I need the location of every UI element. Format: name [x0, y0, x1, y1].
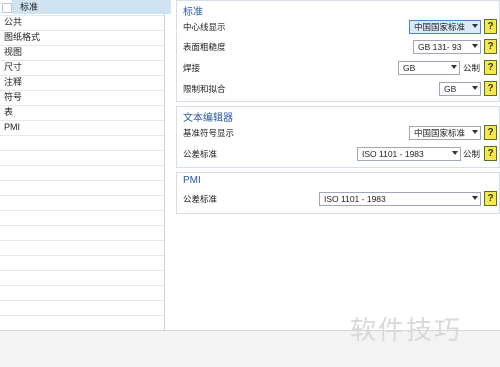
- chevron-down-icon: [472, 130, 478, 134]
- centerline-display-label: 中心线显示: [183, 22, 226, 32]
- options-tree: 标准 公共 图纸格式 视图 尺寸 注释 符号 表 PMI: [0, 0, 171, 331]
- tolerance-standard-select[interactable]: ISO 1101 - 1983: [357, 147, 461, 161]
- pmi-tolerance-standard-value: ISO 1101 - 1983: [324, 194, 386, 204]
- tree-row: 公共: [0, 15, 164, 31]
- help-icon[interactable]: ?: [484, 39, 497, 54]
- standard-section-title: 标准: [183, 7, 203, 18]
- tree-row-empty: [0, 270, 164, 286]
- help-icon[interactable]: ?: [484, 146, 497, 161]
- tree-row-empty: [0, 165, 164, 181]
- tree-row: 尺寸: [0, 60, 164, 76]
- chevron-down-icon: [472, 44, 478, 48]
- chevron-down-icon: [451, 65, 457, 69]
- tree-row-empty: [0, 180, 164, 196]
- chevron-down-icon: [452, 151, 458, 155]
- tree-row-empty: [0, 300, 164, 316]
- tolerance-standard-label: 公差标准: [183, 149, 218, 159]
- pmi-section-title: PMI: [183, 175, 201, 186]
- tree-row-empty: [0, 225, 164, 241]
- surface-roughness-value: GB 131- 93: [418, 42, 462, 52]
- tree-row-empty: [0, 255, 164, 271]
- tree-row-empty: [0, 135, 164, 151]
- surface-roughness-select[interactable]: GB 131- 93: [413, 40, 481, 54]
- tree-item-view[interactable]: 视图: [0, 45, 22, 59]
- welding-unit: 公制: [463, 63, 481, 73]
- pmi-section: PMI 公差标准 ISO 1101 - 1983 ?: [176, 172, 500, 214]
- tree-item-annotation[interactable]: 注释: [0, 75, 22, 89]
- tolerance-standard-value: ISO 1101 - 1983: [362, 149, 424, 159]
- pmi-tolerance-standard-label: 公差标准: [183, 194, 218, 204]
- help-icon[interactable]: ?: [484, 191, 497, 206]
- tree-row-empty: [0, 150, 164, 166]
- help-icon[interactable]: ?: [484, 60, 497, 75]
- tree-row: 视图: [0, 45, 164, 61]
- limits-fits-value: GB: [444, 84, 457, 94]
- datum-symbol-display-label: 基准符号显示: [183, 128, 235, 138]
- chevron-down-icon: [472, 24, 478, 28]
- welding-label: 焊接: [183, 63, 201, 73]
- datum-symbol-display-select[interactable]: 中国国家标准: [409, 126, 481, 140]
- tree-row: PMI: [0, 120, 164, 136]
- centerline-display-value: 中国国家标准: [414, 22, 466, 32]
- help-icon[interactable]: ?: [484, 19, 497, 34]
- tree-item-drawing-format[interactable]: 图纸格式: [0, 30, 40, 44]
- tree-row-empty: [0, 210, 164, 226]
- welding-value: GB: [403, 63, 416, 73]
- surface-roughness-label: 表面粗糙度: [183, 42, 226, 52]
- standard-section: 标准 中心线显示 中国国家标准 ? 表面粗糙度 GB 131- 93 ? 焊接 …: [176, 0, 500, 102]
- help-icon[interactable]: ?: [484, 125, 497, 140]
- tolerance-unit: 公制: [463, 149, 481, 159]
- tree-item-standard[interactable]: 标准: [12, 0, 171, 14]
- chevron-down-icon: [472, 86, 478, 90]
- watermark: 软件技巧: [350, 315, 463, 345]
- tree-row-empty: [0, 315, 164, 331]
- tree-item-table[interactable]: 表: [0, 105, 13, 119]
- tree-item-pmi[interactable]: PMI: [0, 120, 20, 134]
- limits-fits-select[interactable]: GB: [439, 82, 481, 96]
- tree-row: 表: [0, 105, 164, 121]
- tree-item-dimension[interactable]: 尺寸: [0, 60, 22, 74]
- tree-item-symbol[interactable]: 符号: [0, 90, 22, 104]
- tree-row: 符号: [0, 90, 164, 106]
- tree-row-empty: [0, 240, 164, 256]
- welding-select[interactable]: GB: [398, 61, 460, 75]
- tree-expand-box[interactable]: [2, 3, 12, 13]
- settings-panel: 标准 中心线显示 中国国家标准 ? 表面粗糙度 GB 131- 93 ? 焊接 …: [170, 0, 500, 330]
- tree-item-common[interactable]: 公共: [0, 15, 22, 29]
- tree-row-empty: [0, 195, 164, 211]
- tree-row: 图纸格式: [0, 30, 164, 46]
- chevron-down-icon: [472, 196, 478, 200]
- limits-fits-label: 限制和拟合: [183, 84, 226, 94]
- pmi-tolerance-standard-select[interactable]: ISO 1101 - 1983: [319, 192, 481, 206]
- text-editor-section-title: 文本编辑器: [183, 113, 233, 124]
- tree-row: 标准: [0, 0, 171, 16]
- tree-row-empty: [0, 285, 164, 301]
- text-editor-section: 文本编辑器 基准符号显示 中国国家标准 ? 公差标准 ISO 1101 - 19…: [176, 106, 500, 168]
- help-icon[interactable]: ?: [484, 81, 497, 96]
- centerline-display-select[interactable]: 中国国家标准: [409, 20, 481, 34]
- tree-row: 注释: [0, 75, 164, 91]
- datum-symbol-display-value: 中国国家标准: [414, 128, 466, 138]
